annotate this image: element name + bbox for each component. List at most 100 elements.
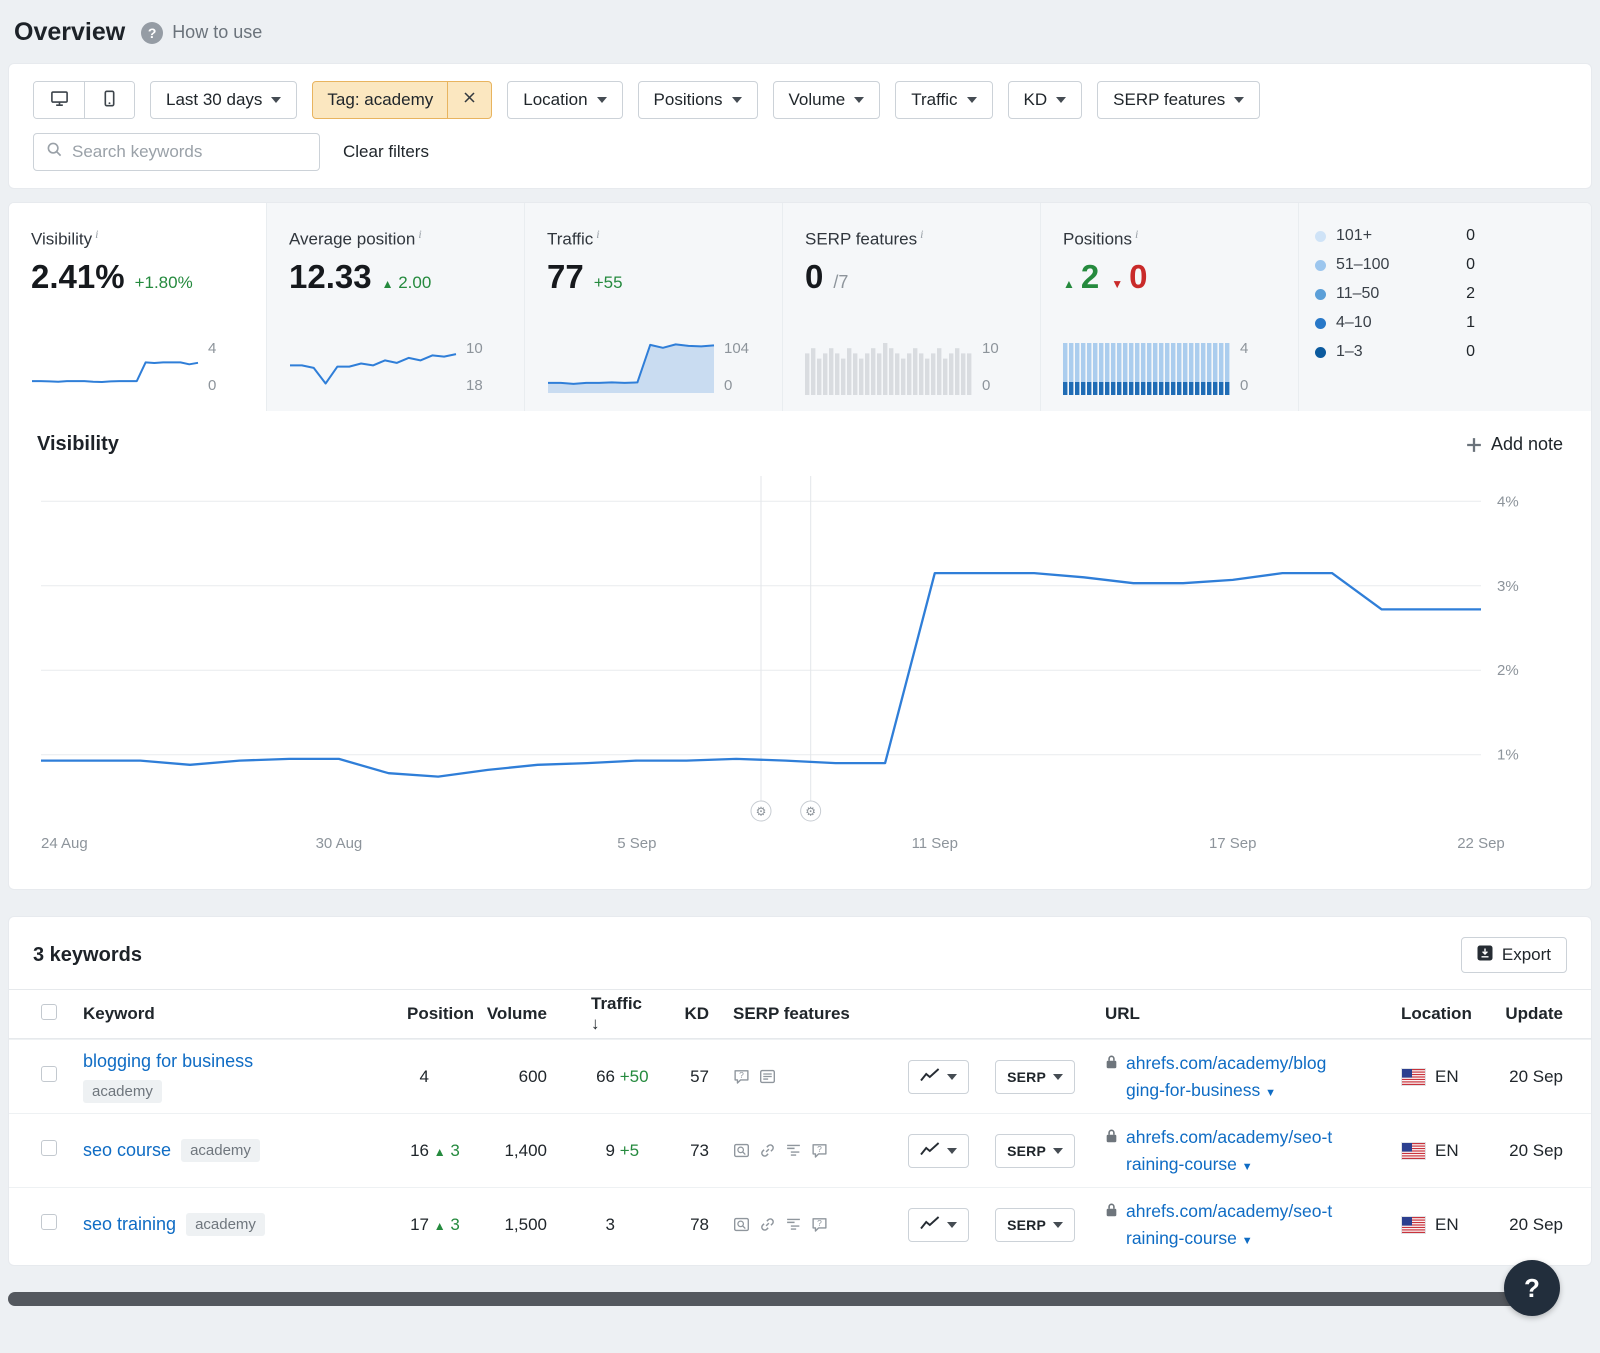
position-cell: 16 ▲ 3	[379, 1141, 461, 1161]
traffic-value: 77	[547, 258, 584, 296]
desktop-toggle-button[interactable]	[34, 82, 84, 118]
column-header-keyword[interactable]: Keyword	[83, 1004, 379, 1024]
help-icon: ?	[141, 22, 163, 44]
url-link[interactable]: ahrefs.com/academy/blogging-for-business…	[1126, 1050, 1326, 1103]
column-header-kd[interactable]: KD	[651, 1004, 709, 1024]
position-cell: 17 ▲ 3	[379, 1215, 461, 1235]
legend-dot	[1315, 318, 1326, 329]
horizontal-scrollbar[interactable]	[8, 1292, 1556, 1306]
table-row: blogging for businessacademy460066 +5057…	[9, 1039, 1591, 1113]
url-cell: ahrefs.com/academy/seo-training-course ▼	[1081, 1198, 1379, 1251]
column-header-serp-features[interactable]: SERP features	[709, 1004, 887, 1024]
legend-label: 11–50	[1336, 285, 1379, 303]
column-header-volume[interactable]: Volume	[461, 1004, 547, 1024]
svg-text:11 Sep: 11 Sep	[912, 835, 958, 852]
location-label: EN	[1435, 1067, 1459, 1087]
thumbnail-icon	[733, 1142, 750, 1159]
info-icon: i	[95, 227, 98, 241]
remove-tag-button[interactable]	[447, 82, 491, 118]
sitelinks-icon	[785, 1142, 802, 1159]
filter-positions-dropdown[interactable]: Positions	[638, 81, 758, 119]
serp-features-value: 0	[805, 258, 823, 296]
position-history-chart-button[interactable]	[908, 1134, 969, 1168]
keyword-link[interactable]: seo course	[83, 1140, 171, 1161]
thumbnail-icon	[733, 1216, 750, 1233]
url-expand-caret[interactable]: ▼	[1242, 1161, 1253, 1173]
traffic-sparkline	[547, 339, 715, 395]
tab-positions[interactable]: Positionsi ▲ 2 ▼ 0 40	[1041, 203, 1299, 411]
url-expand-caret[interactable]: ▼	[1242, 1235, 1253, 1247]
visibility-chart[interactable]: 1%2%3%4%⚙⚙24 Aug30 Aug5 Sep11 Sep17 Sep2…	[9, 462, 1591, 889]
add-note-button[interactable]: Add note	[1466, 434, 1563, 455]
legend-label: 51–100	[1336, 256, 1389, 274]
serp-dropdown-button[interactable]: SERP	[995, 1060, 1075, 1094]
column-header-traffic[interactable]: Traffic ↓	[547, 994, 651, 1034]
tab-visibility[interactable]: Visibilityi 2.41% +1.80% 40	[9, 203, 267, 411]
volume-cell: 1,500	[461, 1215, 547, 1235]
traffic-cell: 3	[547, 1215, 651, 1235]
chevron-down-icon	[1053, 1148, 1063, 1154]
positions-down-icon: ▼	[1111, 277, 1123, 291]
filter-volume-dropdown[interactable]: Volume	[773, 81, 881, 119]
column-header-location[interactable]: Location	[1379, 1004, 1491, 1024]
keyword-cell: seo training academy	[83, 1213, 379, 1236]
tag-filter-label: Tag: academy	[313, 82, 447, 118]
how-to-use-link[interactable]: ? How to use	[141, 22, 262, 44]
filter-location-dropdown[interactable]: Location	[507, 81, 622, 119]
filter-traffic-dropdown[interactable]: Traffic	[895, 81, 992, 119]
svg-text:?: ?	[817, 1218, 822, 1228]
mobile-toggle-button[interactable]	[84, 82, 134, 118]
svg-text:22 Sep: 22 Sep	[1457, 835, 1505, 852]
date-range-label: Last 30 days	[166, 90, 262, 110]
date-range-dropdown[interactable]: Last 30 days	[150, 81, 297, 119]
legend-count: 1	[1466, 314, 1475, 332]
url-link[interactable]: ahrefs.com/academy/seo-training-course ▼	[1126, 1124, 1332, 1177]
positions-up-value: 2	[1081, 258, 1099, 296]
column-header-position[interactable]: Position	[379, 1004, 461, 1024]
chevron-down-icon	[732, 97, 742, 103]
serp-dropdown-button[interactable]: SERP	[995, 1134, 1075, 1168]
filter-serp-features-dropdown[interactable]: SERP features	[1097, 81, 1260, 119]
filter-kd-dropdown[interactable]: KD	[1008, 81, 1083, 119]
plus-icon	[1466, 437, 1482, 453]
tab-serp-features[interactable]: SERP featuresi 0 /7 100	[783, 203, 1041, 411]
kd-cell: 78	[651, 1215, 709, 1235]
url-link[interactable]: ahrefs.com/academy/seo-training-course ▼	[1126, 1198, 1332, 1251]
legend-label: 101+	[1336, 227, 1372, 245]
update-cell: 20 Sep	[1491, 1067, 1577, 1087]
keyword-tag: academy	[181, 1139, 260, 1162]
avg-position-value: 12.33	[289, 258, 372, 296]
keyword-cell: blogging for businessacademy	[83, 1051, 379, 1103]
svg-text:?: ?	[739, 1070, 744, 1080]
tab-average-position[interactable]: Average positioni 12.33 ▲ 2.00 1018	[267, 203, 525, 411]
url-expand-caret[interactable]: ▼	[1265, 1087, 1276, 1099]
chevron-down-icon	[271, 97, 281, 103]
column-header-update[interactable]: Update	[1491, 1004, 1577, 1024]
row-checkbox[interactable]	[41, 1066, 57, 1082]
row-checkbox[interactable]	[41, 1214, 57, 1230]
help-button[interactable]: ?	[1504, 1260, 1560, 1316]
keyword-link[interactable]: seo training	[83, 1214, 176, 1235]
info-icon: i	[418, 227, 421, 241]
positions-up-icon: ▲	[1063, 277, 1075, 291]
serp-dropdown-button[interactable]: SERP	[995, 1208, 1075, 1242]
keywords-table: KeywordPositionVolumeTraffic ↓KDSERP fea…	[9, 989, 1591, 1261]
row-checkbox[interactable]	[41, 1140, 57, 1156]
export-button[interactable]: Export	[1461, 937, 1567, 973]
tag-filter[interactable]: Tag: academy	[312, 81, 492, 119]
keyword-tag: academy	[186, 1213, 265, 1236]
legend-count: 0	[1466, 343, 1475, 361]
clear-filters-button[interactable]: Clear filters	[339, 142, 433, 162]
svg-text:1%: 1%	[1497, 747, 1519, 764]
metric-label: Visibility	[31, 230, 92, 249]
select-all-checkbox[interactable]	[41, 1004, 57, 1020]
keyword-link[interactable]: blogging for business	[83, 1051, 253, 1071]
update-cell: 20 Sep	[1491, 1141, 1577, 1161]
position-history-chart-button[interactable]	[908, 1208, 969, 1242]
column-header-url[interactable]: URL	[1081, 1004, 1379, 1024]
search-input[interactable]	[72, 142, 307, 162]
tab-traffic[interactable]: Traffici 77 +55 1040	[525, 203, 783, 411]
position-history-chart-button[interactable]	[908, 1060, 969, 1094]
people-also-ask-icon: ?	[811, 1142, 828, 1159]
volume-cell: 1,400	[461, 1141, 547, 1161]
